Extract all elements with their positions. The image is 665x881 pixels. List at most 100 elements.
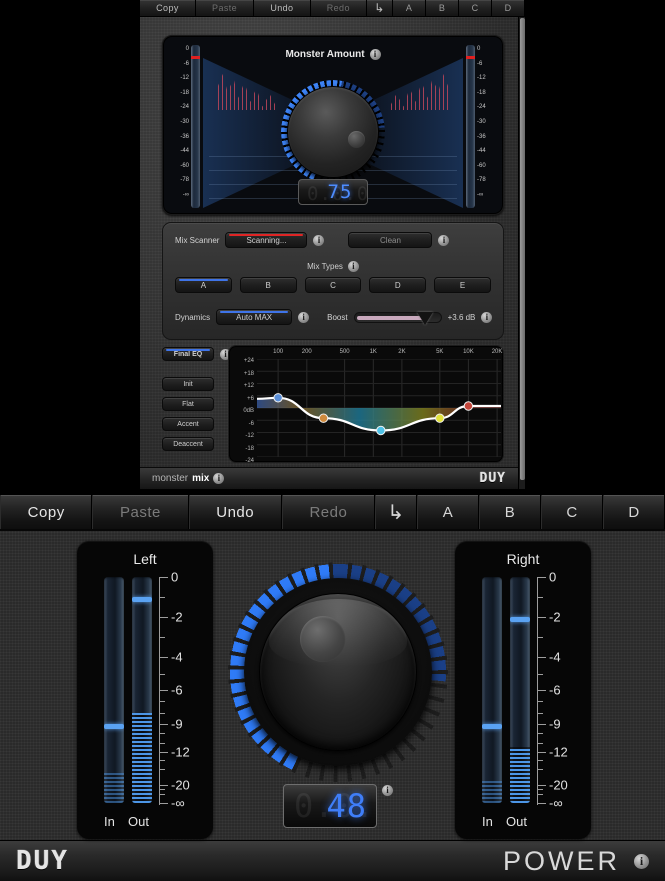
- mix-type-b[interactable]: B: [240, 277, 297, 293]
- power-value: 48: [326, 790, 367, 822]
- info-icon[interactable]: [370, 49, 381, 60]
- redo-button[interactable]: Redo: [282, 495, 375, 529]
- meter-tick-label: -4: [549, 650, 561, 665]
- plugin-meter-right: [466, 45, 475, 208]
- scale-tick-label: -60: [477, 162, 499, 177]
- meter-left-scale: 0-2-4-6-9-12-20-∞: [159, 575, 209, 805]
- meter-tick-label: 0: [549, 570, 556, 585]
- scale-tick-label: -6: [477, 60, 499, 75]
- boost-slider[interactable]: [354, 312, 442, 323]
- meter-tick-minor: [537, 794, 543, 795]
- meter-tick: [537, 577, 546, 578]
- info-icon[interactable]: [348, 261, 359, 272]
- eq-db-tick: -18: [232, 446, 254, 459]
- plugin-slot-b[interactable]: B: [426, 0, 459, 16]
- mix-type-d[interactable]: D: [369, 277, 426, 293]
- scale-tick-label: -∞: [477, 191, 499, 206]
- slot-c-button[interactable]: C: [541, 495, 603, 529]
- eq-db-tick: 0dB: [232, 408, 254, 421]
- info-icon[interactable]: [298, 312, 309, 323]
- product-name-pre: monster: [152, 473, 188, 484]
- scanning-button[interactable]: Scanning...: [225, 232, 307, 248]
- meter-tick-minor: [537, 789, 543, 790]
- meter-tick-minor: [159, 674, 165, 675]
- info-icon[interactable]: [313, 235, 324, 246]
- mix-type-a[interactable]: A: [175, 277, 232, 293]
- scrollbar-thumb[interactable]: [520, 18, 525, 480]
- eq-curve-plot[interactable]: [257, 359, 499, 455]
- copy-button[interactable]: Copy: [0, 495, 92, 529]
- meter-tick: [159, 690, 168, 691]
- loop-arrow-icon[interactable]: ↳: [375, 495, 417, 529]
- monster-amount-knob[interactable]: [287, 86, 379, 178]
- undo-button[interactable]: Undo: [189, 495, 282, 529]
- meter-tick-minor: [537, 769, 543, 770]
- meter-tick: [159, 617, 168, 618]
- plugin-undo-button[interactable]: Undo: [254, 0, 310, 16]
- eq-db-tick: +6: [232, 396, 254, 409]
- scanning-label: Scanning...: [246, 236, 286, 245]
- plugin-body: Manual Monster Amount 0-6-12-18-24-30-36…: [140, 17, 518, 489]
- info-icon[interactable]: [481, 312, 492, 323]
- monster-amount-display[interactable]: 0.0.0. 75: [298, 179, 368, 205]
- mix-type-c[interactable]: C: [305, 277, 362, 293]
- dynamics-mode-button[interactable]: Auto MAX: [216, 309, 292, 325]
- duy-logo: DUY: [16, 846, 69, 876]
- plugin-slot-a[interactable]: A: [393, 0, 426, 16]
- plugin-redo-button[interactable]: Redo: [311, 0, 367, 16]
- meter-tick: [537, 657, 546, 658]
- mix-scanner-row: Mix Scanner Scanning... Clean: [175, 232, 449, 248]
- meter-tick: [537, 690, 546, 691]
- loop-arrow-icon[interactable]: ↳: [367, 0, 393, 16]
- info-icon[interactable]: [438, 235, 449, 246]
- slot-d-button[interactable]: D: [603, 495, 665, 529]
- mix-type-e[interactable]: E: [434, 277, 491, 293]
- plugin-slot-c[interactable]: C: [459, 0, 492, 16]
- scale-tick-label: -30: [477, 118, 499, 133]
- scale-tick-label: -6: [167, 60, 189, 75]
- duy-logo: DUY: [480, 471, 506, 486]
- meter-tick-label: -9: [171, 716, 183, 731]
- plugin-paste-button[interactable]: Paste: [196, 0, 254, 16]
- info-icon[interactable]: [213, 473, 224, 484]
- power-value-display[interactable]: 0.0.0. 48: [283, 784, 377, 828]
- eq-db-tick: -12: [232, 433, 254, 446]
- power-amount-knob[interactable]: [259, 593, 417, 751]
- meter-left-out-label: Out: [128, 814, 149, 829]
- main-footer: DUY POWER: [0, 840, 665, 881]
- peak-hold-left: [191, 56, 200, 59]
- knob-indicator-dot: [348, 131, 365, 148]
- slot-a-button[interactable]: A: [417, 495, 479, 529]
- meter-right-scale: 0-2-4-6-9-12-20-∞: [537, 575, 587, 805]
- eq-accent-button[interactable]: Accent: [162, 417, 214, 431]
- plugin-toolbar: Copy Paste Undo Redo ↳ A B C D: [140, 0, 525, 17]
- power-knob-assembly: [228, 562, 448, 782]
- monster-amount-title: Monster Amount: [163, 49, 503, 60]
- meter-tick-minor: [537, 701, 543, 702]
- mix-type-a-label: A: [201, 281, 206, 290]
- info-icon[interactable]: [382, 785, 393, 796]
- slot-b-button[interactable]: B: [479, 495, 541, 529]
- final-eq-button[interactable]: Final EQ: [162, 347, 214, 361]
- eq-flat-button[interactable]: Flat: [162, 397, 214, 411]
- clean-button[interactable]: Clean: [348, 232, 432, 248]
- meter-peak-hold: [482, 724, 502, 729]
- boost-slider-thumb[interactable]: [417, 312, 433, 325]
- eq-init-button[interactable]: Init: [162, 377, 214, 391]
- scale-tick-label: -78: [167, 176, 189, 191]
- eq-graph[interactable]: 1002005001K2K5K10K20K +24+18+12+60dB-6-1…: [228, 345, 504, 463]
- eq-freq-tick: 20K: [492, 349, 503, 355]
- scale-tick-label: 0: [477, 45, 499, 60]
- meter-tick: [537, 803, 546, 804]
- paste-button[interactable]: Paste: [92, 495, 188, 529]
- scale-tick-label: -36: [167, 133, 189, 148]
- plugin-slot-d[interactable]: D: [492, 0, 525, 16]
- info-icon[interactable]: [634, 854, 649, 869]
- eq-deaccent-button[interactable]: Deaccent: [162, 437, 214, 451]
- plugin-scrollbar[interactable]: [518, 17, 525, 489]
- meter-tick-minor: [159, 760, 165, 761]
- mix-scanner-panel: Mix Scanner Scanning... Clean Mix Types …: [162, 222, 504, 340]
- meter-right: Right 0-2-4-6-9-12-20-∞ In Out: [455, 541, 591, 839]
- plugin-copy-button[interactable]: Copy: [140, 0, 196, 16]
- dynamics-value: Auto MAX: [236, 313, 272, 322]
